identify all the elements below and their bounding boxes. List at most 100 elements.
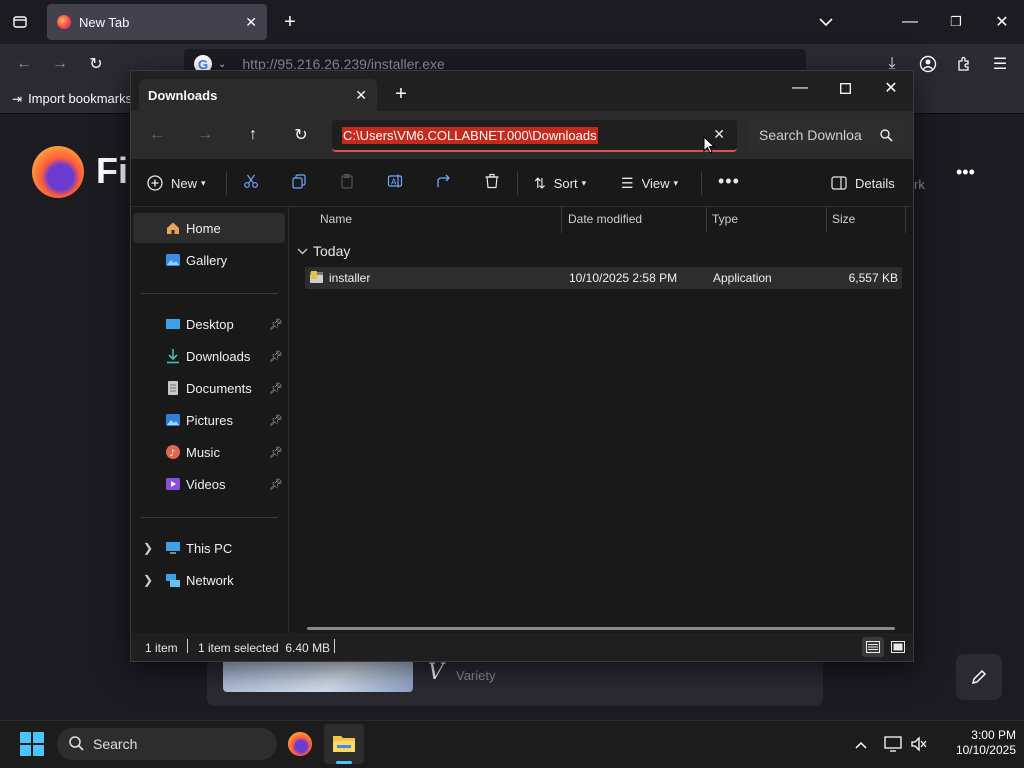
nav-item-label: This PC: [186, 540, 233, 556]
new-button[interactable]: New ▾: [147, 173, 206, 193]
nav-separator: [141, 293, 278, 294]
group-header-today[interactable]: Today: [297, 241, 350, 261]
restore-window-icon[interactable]: ❐: [944, 10, 968, 34]
address-clear-icon[interactable]: ✕: [713, 126, 725, 143]
expand-chevron-icon[interactable]: ❯: [143, 573, 153, 587]
windows-start-icon[interactable]: [20, 732, 44, 756]
paste-clipboard-icon[interactable]: [339, 173, 355, 189]
delete-trash-icon[interactable]: [484, 173, 500, 189]
sort-button[interactable]: ⇅ Sort ▾: [534, 173, 586, 193]
toolbar-separator: [226, 171, 227, 195]
explorer-up-arrow-icon[interactable]: ↑: [241, 123, 265, 147]
taskbar-search-box[interactable]: Search: [57, 728, 277, 760]
share-icon[interactable]: [436, 173, 452, 189]
explorer-tab-downloads[interactable]: Downloads ✕: [139, 79, 377, 111]
explorer-refresh-icon[interactable]: ↻: [289, 123, 313, 147]
explorer-back-arrow-icon[interactable]: ←: [145, 123, 169, 147]
nav-item-gallery[interactable]: Gallery: [133, 245, 285, 275]
column-header-date-modified[interactable]: Date modified: [568, 212, 642, 226]
tiles-view-icon[interactable]: [887, 637, 909, 657]
file-explorer-window: Downloads ✕ + — ✕ ← → ↑ ↻ C:\Users\VM6.C…: [130, 70, 914, 662]
sort-button-label: Sort: [553, 175, 578, 191]
list-all-tabs-chevron-icon[interactable]: [814, 10, 838, 34]
status-selection-info: 1 item selected 6.40 MB: [198, 641, 331, 655]
explorer-command-bar: New ▾ A ⇅ Sort ▾ ☰ View ▾ ••• Details: [131, 159, 913, 207]
details-view-icon[interactable]: [862, 637, 884, 657]
view-button[interactable]: ☰ View ▾: [621, 173, 678, 193]
explorer-minimize-icon[interactable]: —: [789, 77, 811, 99]
taskbar-clock[interactable]: 3:00 PM 10/10/2025: [936, 728, 1016, 758]
back-arrow-icon[interactable]: ←: [12, 52, 36, 76]
new-tab-plus-icon[interactable]: +: [278, 10, 302, 34]
extensions-icon[interactable]: [952, 52, 976, 76]
nav-item-label: Music: [186, 444, 220, 460]
story-card-source: Variety: [456, 668, 496, 683]
explorer-address-bar[interactable]: C:\Users\VM6.COLLABNET.000\Downloads ✕: [332, 120, 737, 152]
newtab-menu-dots-icon[interactable]: •••: [956, 162, 975, 183]
account-icon[interactable]: [916, 52, 940, 76]
pin-icon: 📌︎: [269, 350, 283, 363]
nav-item-downloads[interactable]: Downloads 📌︎: [133, 341, 285, 371]
nav-item-label: Downloads: [186, 348, 251, 364]
expand-chevron-icon[interactable]: ❯: [143, 541, 153, 555]
minimize-window-icon[interactable]: —: [898, 10, 922, 34]
import-bookmarks-link[interactable]: Import bookmarks: [28, 91, 132, 106]
firefox-tab-new-tab[interactable]: New Tab ✕: [47, 4, 267, 40]
nav-item-network[interactable]: ❯ Network: [133, 565, 285, 595]
firefox-view-icon[interactable]: [8, 10, 32, 34]
network-monitor-icon[interactable]: [884, 736, 902, 752]
column-header-size[interactable]: Size: [832, 212, 855, 226]
taskbar-firefox-icon[interactable]: [288, 732, 312, 756]
nav-item-home[interactable]: Home: [133, 213, 285, 243]
new-explorer-tab-plus-icon[interactable]: +: [390, 83, 412, 105]
explorer-maximize-icon[interactable]: [834, 77, 856, 99]
cut-scissors-icon[interactable]: [243, 173, 259, 189]
nav-item-desktop[interactable]: Desktop 📌︎: [133, 309, 285, 339]
close-window-icon[interactable]: ✕: [990, 10, 1014, 34]
column-divider[interactable]: [706, 207, 707, 233]
app-menu-icon[interactable]: ☰: [988, 52, 1012, 76]
show-hidden-icons-chevron-icon[interactable]: [852, 736, 870, 754]
search-icon: [880, 128, 893, 142]
nav-item-pictures[interactable]: Pictures 📌︎: [133, 405, 285, 435]
nav-item-this-pc[interactable]: ❯ This PC: [133, 533, 285, 563]
group-collapse-chevron-icon: [297, 248, 308, 255]
customize-pencil-icon[interactable]: [956, 654, 1002, 700]
svg-text:♪: ♪: [170, 449, 176, 459]
volume-muted-icon[interactable]: [910, 736, 928, 752]
search-engine-chevron-icon[interactable]: ⌄: [218, 59, 226, 70]
new-chevron-icon: ▾: [201, 177, 206, 188]
horizontal-scrollbar[interactable]: [307, 627, 895, 630]
column-divider[interactable]: [905, 207, 906, 233]
home-icon: [165, 220, 181, 236]
nav-item-videos[interactable]: Videos 📌︎: [133, 469, 285, 499]
application-exe-icon: [309, 270, 324, 285]
column-header-type[interactable]: Type: [712, 212, 738, 226]
mouse-cursor-icon: [703, 136, 715, 154]
active-app-indicator: [336, 761, 352, 764]
see-more-dots-icon[interactable]: •••: [718, 171, 740, 192]
close-tab-icon[interactable]: ✕: [245, 14, 257, 31]
forward-arrow-icon[interactable]: →: [48, 52, 72, 76]
taskbar-search-icon: [69, 736, 84, 751]
column-header-name[interactable]: Name: [320, 212, 352, 226]
nav-item-music[interactable]: ♪ Music 📌︎: [133, 437, 285, 467]
reload-icon[interactable]: ↻: [84, 52, 108, 76]
explorer-search-box[interactable]: Search Downloa: [747, 120, 903, 150]
column-divider[interactable]: [561, 207, 562, 233]
explorer-close-icon[interactable]: ✕: [880, 77, 902, 99]
explorer-forward-arrow-icon[interactable]: →: [193, 123, 217, 147]
details-pane-button[interactable]: Details: [831, 173, 895, 193]
taskbar-search-label: Search: [93, 736, 138, 752]
taskbar-file-explorer-button[interactable]: [324, 724, 364, 764]
nav-item-label: Gallery: [186, 252, 228, 268]
close-explorer-tab-icon[interactable]: ✕: [355, 87, 367, 104]
table-row[interactable]: installer 10/10/2025 2:58 PM Application…: [305, 267, 902, 289]
column-header-row: Name Date modified Type Size: [289, 207, 913, 233]
import-bookmarks-icon: ⇥: [12, 91, 23, 106]
copy-icon[interactable]: [291, 173, 307, 189]
rename-icon[interactable]: A: [387, 173, 403, 189]
column-divider[interactable]: [826, 207, 827, 233]
nav-item-documents[interactable]: Documents 📌︎: [133, 373, 285, 403]
nav-separator: [141, 517, 278, 518]
